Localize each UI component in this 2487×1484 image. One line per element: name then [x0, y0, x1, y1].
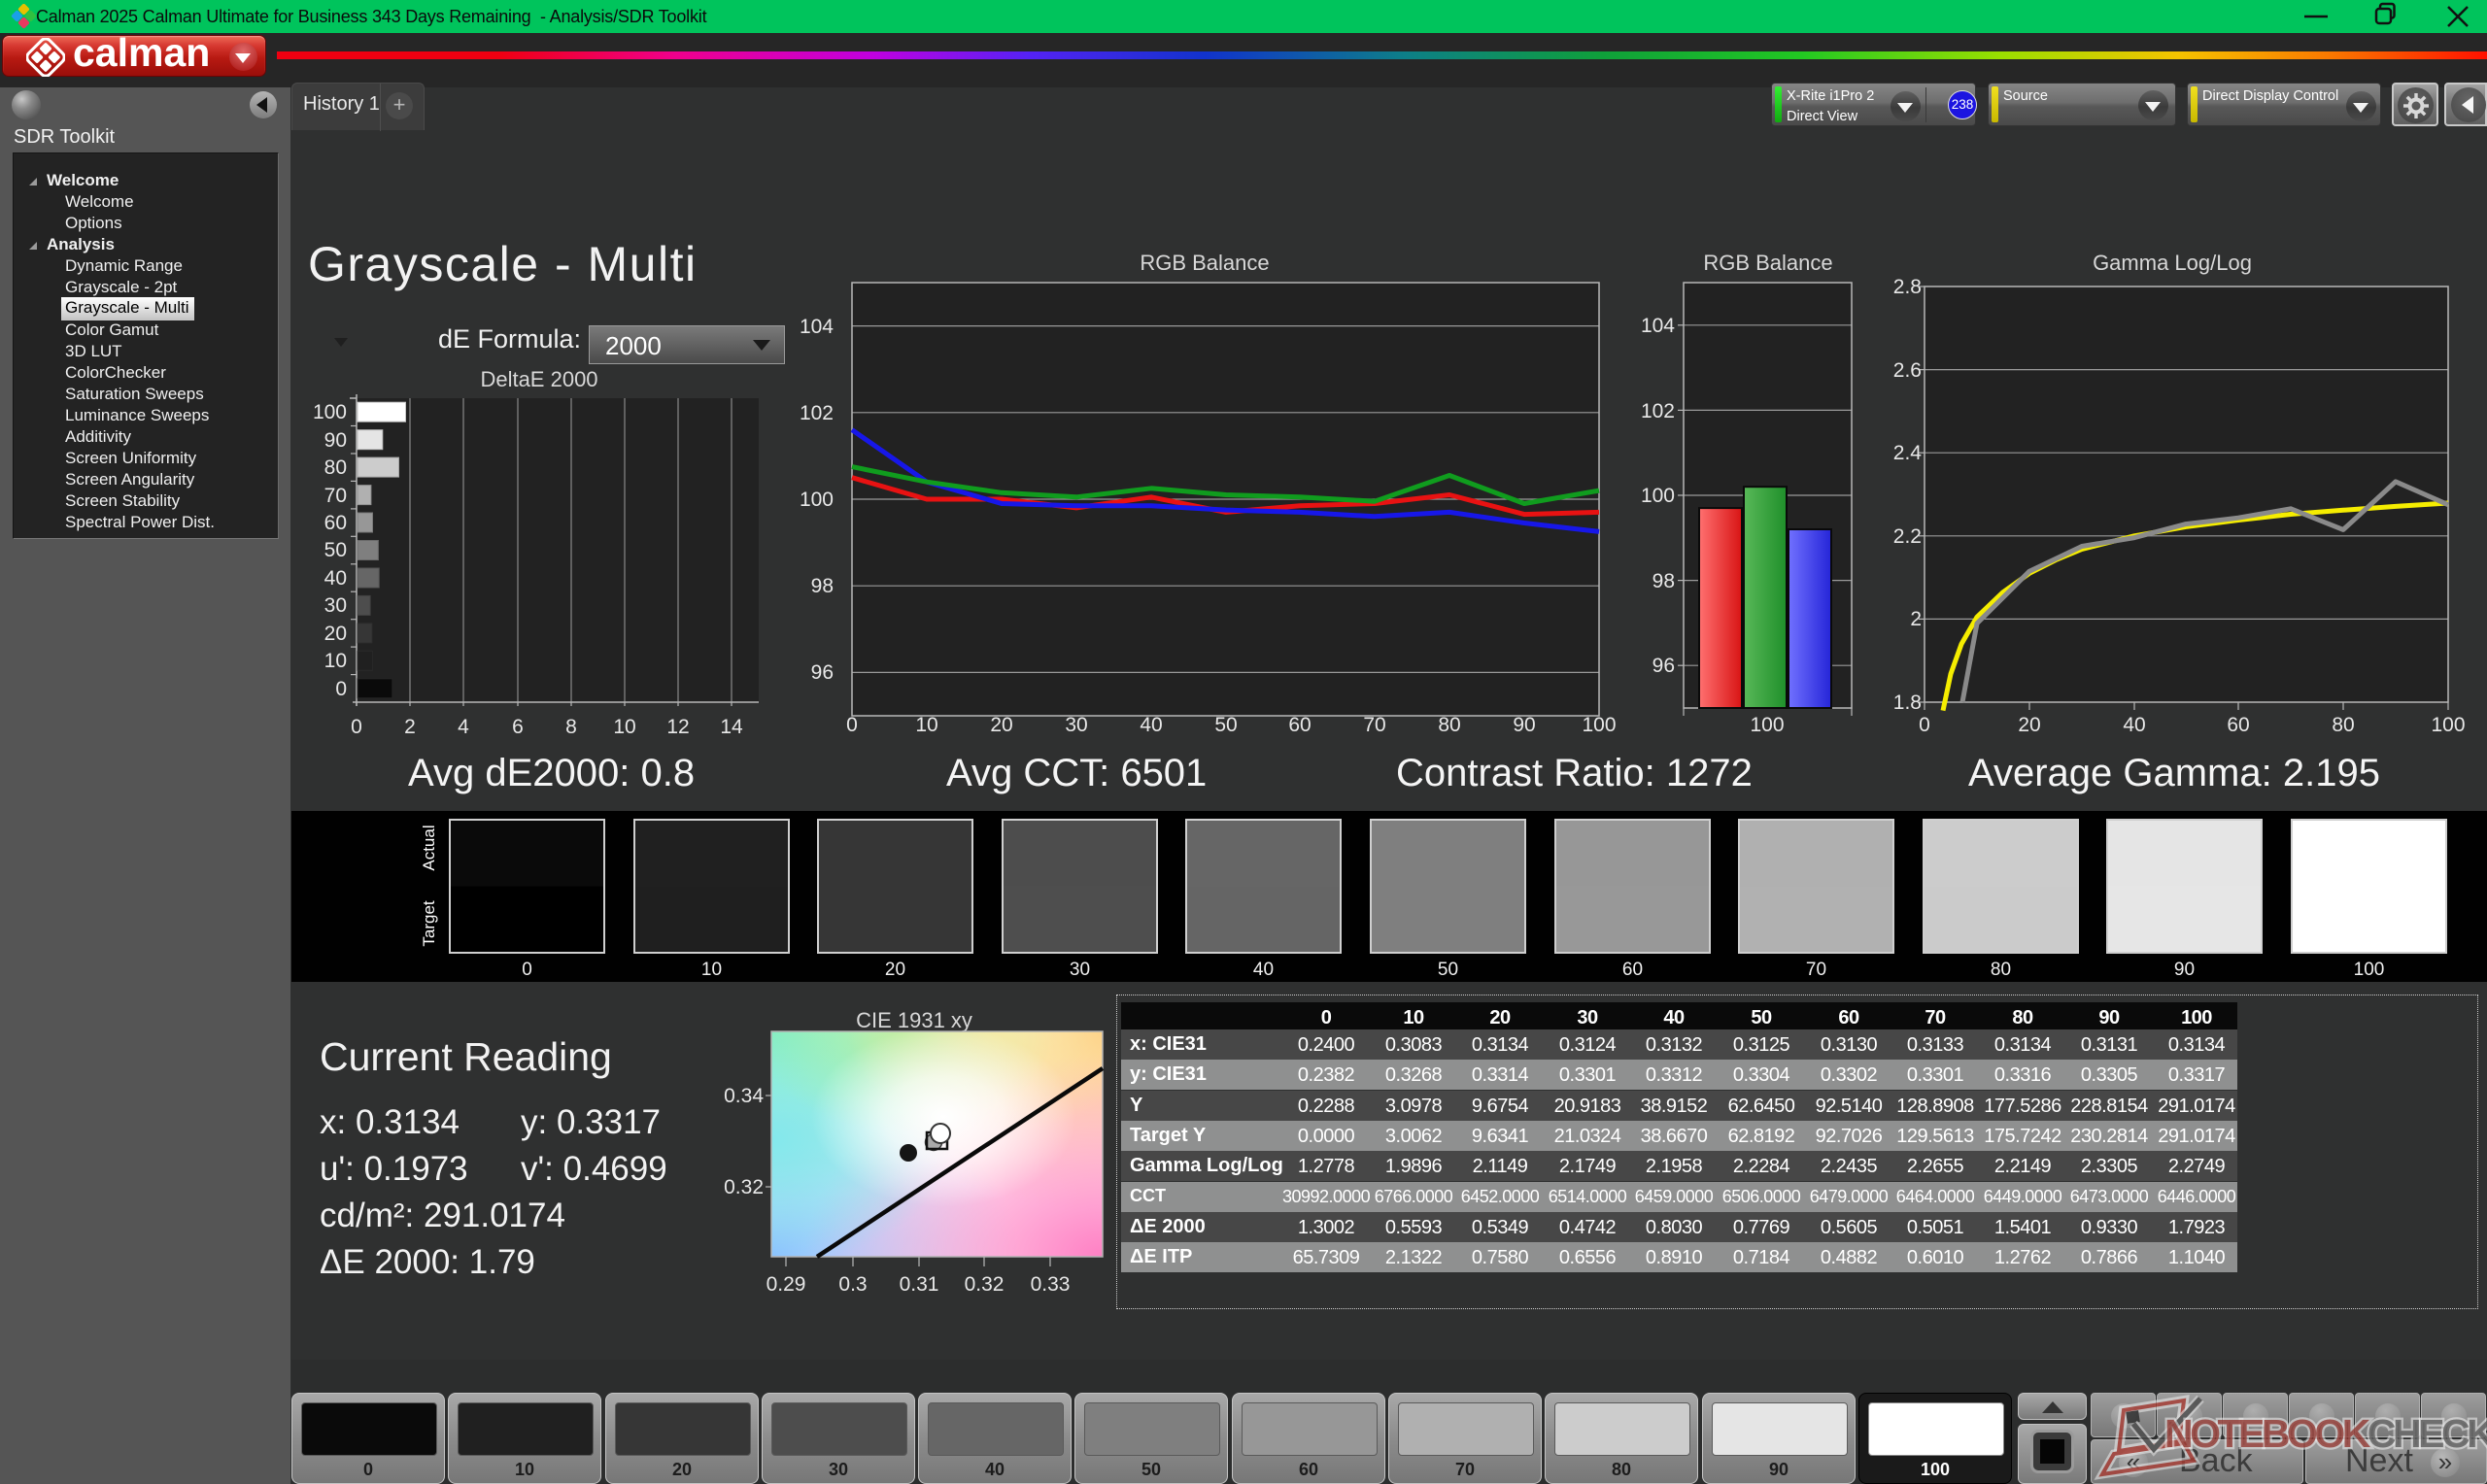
- svg-text:0.3: 0.3: [838, 1273, 867, 1296]
- svg-text:100: 100: [1641, 485, 1675, 507]
- svg-text:20: 20: [324, 623, 347, 645]
- svg-text:4: 4: [458, 716, 469, 738]
- svg-text:0.34: 0.34: [724, 1085, 764, 1107]
- svg-text:0.32: 0.32: [965, 1273, 1005, 1296]
- svg-text:50: 50: [324, 539, 347, 561]
- svg-text:NOTEBOOKCHECK: NOTEBOOKCHECK: [2164, 1411, 2487, 1456]
- svg-text:0.29: 0.29: [767, 1273, 806, 1296]
- svg-text:0: 0: [1919, 714, 1930, 736]
- svg-text:10: 10: [613, 716, 635, 738]
- svg-text:20: 20: [2018, 714, 2040, 736]
- svg-text:2.8: 2.8: [1893, 276, 1922, 298]
- svg-text:40: 40: [2123, 714, 2145, 736]
- svg-text:20: 20: [990, 714, 1012, 736]
- svg-text:8: 8: [565, 716, 577, 738]
- svg-text:50: 50: [1214, 714, 1237, 736]
- svg-text:2.6: 2.6: [1893, 359, 1922, 382]
- svg-text:12: 12: [666, 716, 689, 738]
- svg-text:0.31: 0.31: [900, 1273, 939, 1296]
- svg-text:100: 100: [1750, 714, 1784, 736]
- svg-text:0.33: 0.33: [1031, 1273, 1071, 1296]
- svg-text:0.32: 0.32: [724, 1176, 764, 1198]
- svg-text:60: 60: [1288, 714, 1311, 736]
- svg-text:40: 40: [1140, 714, 1162, 736]
- svg-text:70: 70: [1363, 714, 1385, 736]
- svg-text:104: 104: [1641, 315, 1675, 337]
- svg-text:96: 96: [811, 661, 834, 684]
- svg-text:30: 30: [1065, 714, 1087, 736]
- svg-text:100: 100: [313, 401, 347, 423]
- svg-text:6: 6: [512, 716, 524, 738]
- svg-text:2.4: 2.4: [1893, 442, 1923, 464]
- svg-text:96: 96: [1652, 655, 1675, 677]
- svg-text:10: 10: [324, 650, 347, 672]
- svg-text:80: 80: [2332, 714, 2354, 736]
- svg-text:60: 60: [2227, 714, 2249, 736]
- svg-text:102: 102: [1641, 400, 1675, 422]
- svg-text:10: 10: [915, 714, 937, 736]
- svg-text:2: 2: [404, 716, 416, 738]
- svg-text:90: 90: [324, 429, 347, 452]
- svg-text:102: 102: [800, 402, 834, 424]
- svg-text:2.2: 2.2: [1893, 525, 1922, 548]
- svg-text:100: 100: [2431, 714, 2465, 736]
- svg-text:60: 60: [324, 512, 347, 534]
- svg-text:0: 0: [335, 678, 347, 700]
- svg-text:100: 100: [800, 489, 834, 511]
- svg-text:0: 0: [351, 716, 362, 738]
- svg-text:100: 100: [1582, 714, 1616, 736]
- svg-text:0: 0: [846, 714, 858, 736]
- svg-text:30: 30: [324, 594, 347, 617]
- svg-text:90: 90: [1513, 714, 1535, 736]
- svg-text:80: 80: [1438, 714, 1460, 736]
- svg-text:1.8: 1.8: [1893, 691, 1922, 714]
- svg-text:98: 98: [811, 575, 834, 597]
- svg-text:80: 80: [324, 456, 347, 479]
- svg-text:104: 104: [800, 316, 834, 338]
- svg-text:14: 14: [720, 716, 743, 738]
- svg-text:2: 2: [1910, 608, 1922, 630]
- svg-text:40: 40: [324, 567, 347, 590]
- svg-text:70: 70: [324, 485, 347, 507]
- svg-text:98: 98: [1652, 570, 1675, 592]
